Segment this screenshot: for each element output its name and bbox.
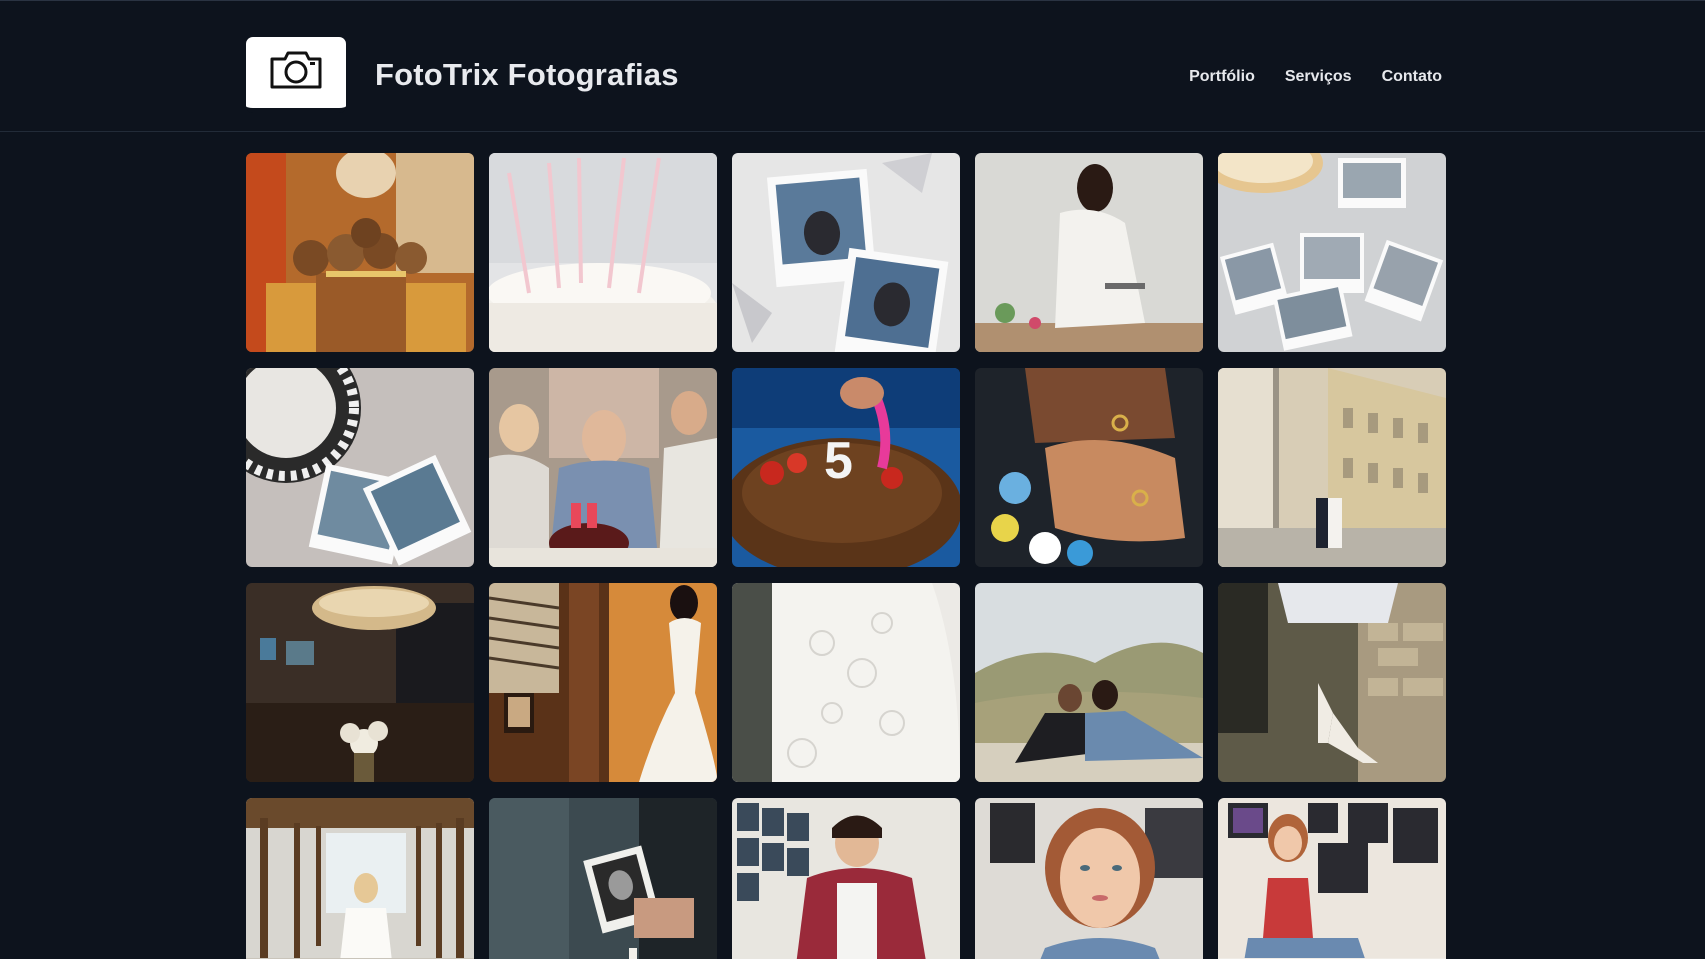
gallery-photo[interactable] [246, 583, 474, 782]
gallery-photo[interactable] [246, 368, 474, 567]
gallery-photo[interactable] [489, 583, 717, 782]
bride-in-corridor-photo [246, 798, 474, 959]
lace-dress-detail-photo [732, 583, 960, 782]
svg-text:5: 5 [824, 432, 853, 490]
gallery-photo[interactable] [1218, 368, 1446, 567]
red-haired-woman-portrait-photo [975, 798, 1203, 959]
gallery-photo[interactable] [975, 368, 1203, 567]
nav-servicos-link[interactable]: Serviços [1285, 68, 1352, 86]
gallery-photo[interactable] [732, 583, 960, 782]
grandfather-birthday-74-photo [489, 368, 717, 567]
gallery-photo[interactable] [246, 153, 474, 352]
gallery-photo[interactable] [1218, 153, 1446, 352]
gallery-photo[interactable] [975, 153, 1203, 352]
wedding-dress-mannequin-photo [489, 583, 717, 782]
gallery-photo[interactable]: 5 [732, 368, 960, 567]
cake-number-5-photo: 5 [732, 368, 960, 567]
site-logo[interactable] [246, 37, 346, 113]
chandelier-bouquet-photo [246, 583, 474, 782]
gallery-photo[interactable] [489, 153, 717, 352]
bridal-shoes-photo [1218, 583, 1446, 782]
polaroid-photos-photo [732, 153, 960, 352]
gallery-photo[interactable] [732, 798, 960, 959]
camera-icon [270, 51, 322, 89]
gallery-photo[interactable] [246, 798, 474, 959]
couple-in-field-photo [975, 583, 1203, 782]
site-title: FotoTrix Fotografias [375, 57, 679, 92]
gallery-photo[interactable] [1218, 798, 1446, 959]
birthday-cake-candles-photo [489, 153, 717, 352]
photo-frame-hand-photo [489, 798, 717, 959]
gallery-photo[interactable] [1218, 583, 1446, 782]
woman-setting-table-photo [975, 153, 1203, 352]
gallery-photo[interactable] [975, 583, 1203, 782]
polaroids-and-pie-photo [1218, 153, 1446, 352]
page: FotoTrix Fotografias Portfólio Serviços … [0, 0, 1705, 959]
couple-by-building-photo [1218, 368, 1446, 567]
gallery-photo[interactable] [975, 798, 1203, 959]
woman-sitting-photo-wall-photo [1218, 798, 1446, 959]
man-reading-photo [732, 798, 960, 959]
gallery-photo[interactable] [489, 368, 717, 567]
main-nav: Portfólio Serviços Contato [1189, 68, 1442, 86]
gallery-photo[interactable] [732, 153, 960, 352]
site-header: FotoTrix Fotografias Portfólio Serviços … [0, 0, 1705, 132]
wedding-rings-hands-photo [975, 368, 1203, 567]
nav-contato-link[interactable]: Contato [1382, 68, 1442, 86]
nav-portfolio-link[interactable]: Portfólio [1189, 68, 1255, 86]
photo-gallery: 5 [246, 153, 1446, 959]
plate-and-polaroids-photo [246, 368, 474, 567]
chocolate-lollipops-photo [246, 153, 474, 352]
gallery-photo[interactable] [489, 798, 717, 959]
